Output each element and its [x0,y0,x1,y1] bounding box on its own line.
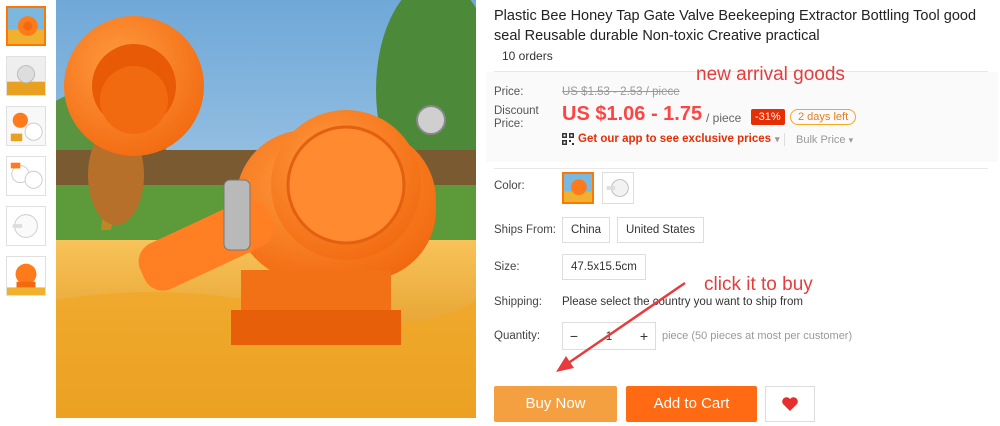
bulk-price-dropdown[interactable]: Bulk Price ▾ [796,134,853,146]
ships-from-china[interactable]: China [562,217,611,243]
divider [494,168,988,169]
app-promo-link[interactable]: Get our app to see exclusive prices ▾ [562,133,780,145]
price-label: Price: [494,86,524,98]
discount-badge: -31% [751,109,785,125]
new-arrival-annotation: new arrival goods [696,64,845,85]
size-label: Size: [494,261,520,273]
days-left-badge: 2 days left [790,109,857,125]
thumbnail-4[interactable] [6,156,46,196]
heart-icon [782,397,798,411]
wishlist-button[interactable] [765,386,815,422]
thumbnail-3[interactable] [6,106,46,146]
thumbnail-5[interactable] [6,206,46,246]
color-swatch-white[interactable] [602,172,634,204]
quantity-label: Quantity: [494,330,541,342]
per-piece-label: / piece [706,111,742,125]
click-to-buy-annotation: click it to buy [704,274,813,295]
bulk-price-label: Bulk Price [796,134,846,146]
add-to-cart-button[interactable]: Add to Cart [626,386,757,422]
ships-from-united-states[interactable]: United States [617,217,705,243]
chevron-down-icon: ▾ [775,133,780,144]
discount-label-line2: Price: [494,118,524,130]
order-count: 10 orders [502,49,553,63]
arrow-annotation [556,281,686,372]
ships-from-label: Ships From: [494,224,556,236]
product-title: Plastic Bee Honey Tap Gate Valve Beekeep… [494,8,977,44]
buy-now-button[interactable]: Buy Now [494,386,617,422]
app-promo-text: Get our app to see exclusive prices [578,133,772,145]
size-option[interactable]: 47.5x15.5cm [562,254,646,280]
qr-code-icon [562,133,574,145]
discount-label-line1: Discount [494,105,539,117]
chevron-down-icon: ▾ [848,135,854,145]
main-product-image [56,0,476,418]
discount-price: US $1.06 - 1.75 [562,103,703,125]
thumbnail-2[interactable] [6,56,46,96]
thumbnail-1[interactable] [6,6,46,46]
color-label: Color: [494,180,525,192]
quantity-limit-note: piece (50 pieces at most per customer) [662,330,853,342]
thumbnail-list [6,6,50,306]
shipping-label: Shipping: [494,296,542,308]
original-price: US $1.53 - 2.53 / piece [562,86,680,98]
product-info-panel: Plastic Bee Honey Tap Gate Valve Beekeep… [486,0,998,426]
color-swatch-orange[interactable] [562,172,594,204]
thumbnail-6[interactable] [6,256,46,296]
separator [784,133,785,146]
